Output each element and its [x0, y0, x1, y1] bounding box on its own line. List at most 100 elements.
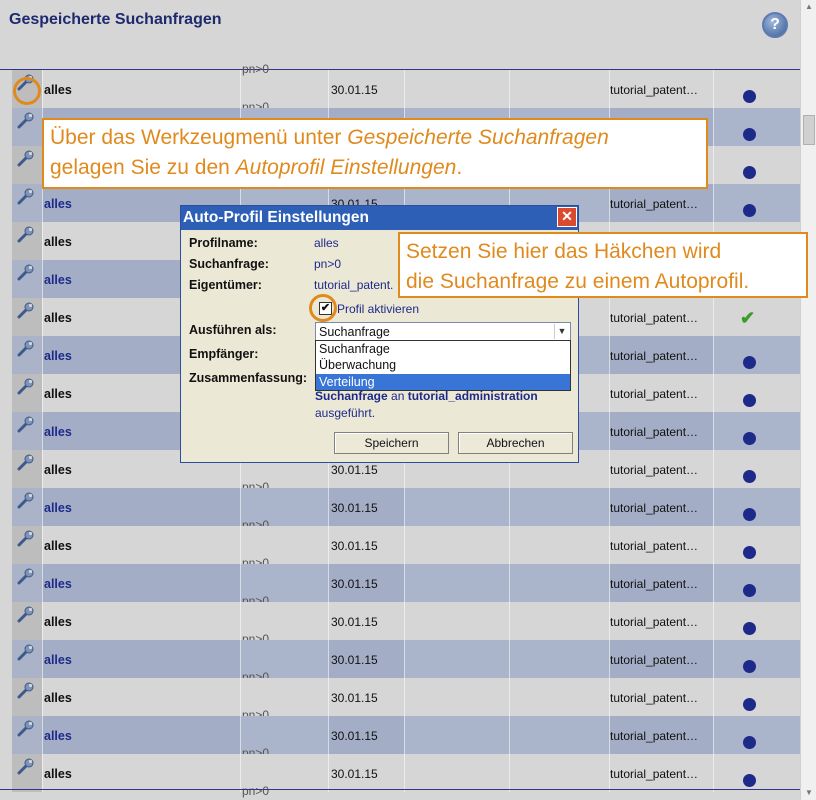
scroll-down-icon[interactable]: ▼	[801, 786, 816, 800]
status-dot-icon	[743, 394, 756, 407]
wrench-icon[interactable]	[16, 150, 36, 168]
column-divider	[713, 678, 714, 716]
scroll-thumb[interactable]	[803, 115, 815, 145]
wrench-icon[interactable]	[16, 416, 36, 434]
profil-aktivieren-label[interactable]: Profil aktivieren	[337, 302, 419, 316]
row-owner: tutorial_patent…	[610, 729, 699, 743]
ausfuehren-select[interactable]: Suchanfrage ▼	[315, 322, 571, 341]
chevron-down-icon[interactable]: ▼	[554, 324, 569, 339]
wrench-icon[interactable]	[16, 530, 36, 548]
table-row[interactable]: allespn>030.01.15tutorial_patent…	[12, 526, 800, 570]
row-name[interactable]: alles	[44, 197, 72, 211]
row-name[interactable]: alles	[44, 501, 72, 515]
row-name[interactable]: alles	[44, 425, 72, 439]
row-name[interactable]: alles	[44, 577, 72, 591]
date-cell: 30.01.15	[328, 70, 404, 108]
column-divider	[609, 678, 610, 716]
wrench-icon[interactable]	[16, 112, 36, 130]
status-cell	[713, 526, 800, 564]
status-dot-icon	[743, 356, 756, 369]
scrollbar[interactable]: ▲ ▼	[800, 0, 816, 800]
table-row[interactable]: allespn>030.01.15tutorial_patent…	[12, 70, 800, 114]
column-divider	[609, 564, 610, 602]
wrench-icon[interactable]	[16, 644, 36, 662]
help-icon[interactable]: ?	[762, 12, 788, 38]
table-row[interactable]: allespn>030.01.15tutorial_patent…	[12, 488, 800, 532]
column-divider	[713, 450, 714, 488]
row-name[interactable]: alles	[44, 311, 72, 325]
date-cell: 30.01.15	[328, 602, 404, 640]
owner-cell: tutorial_patent…	[609, 450, 713, 488]
row-owner: tutorial_patent…	[610, 311, 699, 325]
wrench-icon[interactable]	[16, 188, 36, 206]
table-row[interactable]: allespn>030.01.15tutorial_patent…	[12, 564, 800, 608]
row-name[interactable]: alles	[44, 653, 72, 667]
row-tools-cell	[12, 564, 42, 602]
suchanfrage-label: Suchanfrage:	[189, 257, 269, 271]
query-cell: pn>0	[240, 640, 328, 684]
row-owner: tutorial_patent…	[610, 539, 699, 553]
column-divider	[42, 716, 43, 754]
wrench-icon[interactable]	[16, 720, 36, 738]
close-icon[interactable]: ✕	[557, 207, 577, 227]
date-cell: 30.01.15	[328, 754, 404, 792]
wrench-icon[interactable]	[16, 378, 36, 396]
table-row[interactable]: allespn>030.01.15tutorial_patent…	[12, 602, 800, 646]
column-divider	[240, 526, 241, 564]
column-divider	[404, 678, 405, 716]
wrench-icon[interactable]	[16, 492, 36, 510]
table-row[interactable]: allespn>030.01.15tutorial_patent…	[12, 716, 800, 760]
save-button[interactable]: Speichern	[334, 432, 449, 454]
wrench-icon[interactable]	[16, 758, 36, 776]
dialog-title-bar[interactable]: Auto-Profil Einstellungen ✕	[181, 206, 578, 230]
name-cell: alles	[42, 70, 240, 108]
column-divider	[404, 488, 405, 526]
table-row[interactable]: allespn>030.01.15tutorial_patent…	[12, 754, 800, 798]
wrench-icon[interactable]	[16, 340, 36, 358]
column-divider	[240, 716, 241, 754]
row-name[interactable]: alles	[44, 539, 72, 553]
column-divider	[42, 564, 43, 602]
status-dot-icon	[743, 508, 756, 521]
ausfuehren-dropdown: Suchanfrage Überwachung Verteilung	[315, 340, 571, 391]
wrench-icon[interactable]	[16, 302, 36, 320]
eigentuemer-label: Eigentümer:	[189, 278, 262, 292]
table-row[interactable]: allespn>030.01.15tutorial_patent…	[12, 640, 800, 684]
owner-cell: tutorial_patent…	[609, 678, 713, 716]
column-divider	[42, 412, 43, 450]
row-name[interactable]: alles	[44, 273, 72, 287]
column-divider	[509, 602, 510, 640]
option-ueberwachung[interactable]: Überwachung	[316, 357, 570, 373]
row-name[interactable]: alles	[44, 235, 72, 249]
wrench-icon[interactable]	[16, 568, 36, 586]
row-name[interactable]: alles	[44, 767, 72, 781]
name-cell: alles	[42, 640, 240, 678]
row-name[interactable]: alles	[44, 729, 72, 743]
cancel-button[interactable]: Abbrechen	[458, 432, 573, 454]
empty-cell	[509, 716, 609, 754]
table-row[interactable]: allespn>030.01.15tutorial_patent…	[12, 678, 800, 722]
row-name[interactable]: alles	[44, 349, 72, 363]
owner-cell: tutorial_patent…	[609, 488, 713, 526]
wrench-icon[interactable]	[16, 606, 36, 624]
row-name[interactable]: alles	[44, 83, 72, 97]
query-cell: pn>0	[240, 716, 328, 760]
option-suchanfrage[interactable]: Suchanfrage	[316, 341, 570, 357]
empty-cell	[404, 754, 509, 792]
summary-connector: an	[387, 389, 408, 403]
column-divider	[509, 678, 510, 716]
query-cell: pn>0	[240, 564, 328, 608]
wrench-icon[interactable]	[16, 264, 36, 282]
row-name[interactable]: alles	[44, 463, 72, 477]
wrench-icon[interactable]	[16, 454, 36, 472]
row-name[interactable]: alles	[44, 615, 72, 629]
column-divider	[713, 412, 714, 450]
wrench-icon[interactable]	[16, 682, 36, 700]
column-divider	[713, 602, 714, 640]
scroll-up-icon[interactable]: ▲	[801, 0, 816, 14]
row-name[interactable]: alles	[44, 691, 72, 705]
row-name[interactable]: alles	[44, 387, 72, 401]
status-cell	[713, 412, 800, 450]
highlight-ring-checkbox	[309, 294, 337, 322]
wrench-icon[interactable]	[16, 226, 36, 244]
